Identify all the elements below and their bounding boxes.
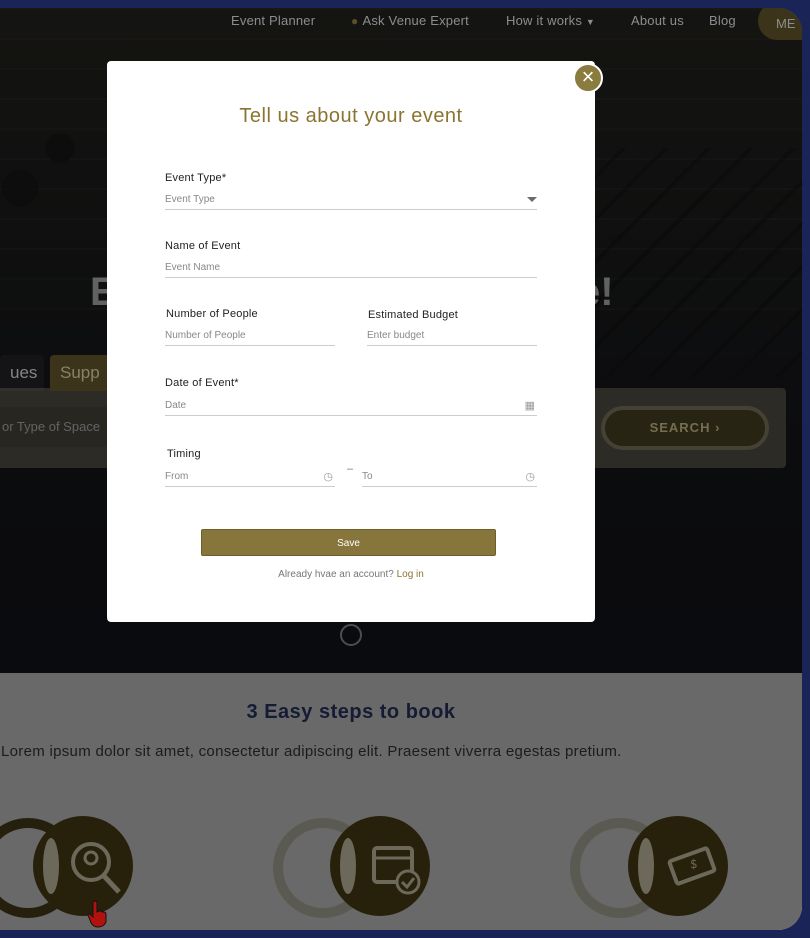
date-label: Date of Event* [165, 377, 239, 389]
login-link[interactable]: Log in [397, 569, 424, 580]
clock-icon: ◷ [525, 471, 535, 483]
save-button[interactable]: Save [201, 529, 496, 556]
hand-cursor-icon [87, 900, 107, 928]
login-prompt: Already hvae an account? Log in [107, 569, 595, 580]
event-type-label: Event Type* [165, 172, 227, 184]
timing-separator: – [347, 463, 354, 475]
dropdown-caret-icon [527, 197, 537, 202]
event-name-input[interactable]: Event Name [165, 258, 537, 278]
date-input[interactable]: Date ▦ [165, 396, 537, 416]
time-from-placeholder: From [165, 471, 189, 482]
timing-label: Timing [167, 448, 201, 460]
time-to-placeholder: To [362, 471, 373, 482]
modal-title: Tell us about your event [239, 105, 463, 127]
close-icon[interactable]: × [573, 63, 603, 93]
budget-input[interactable]: Enter budget [367, 326, 537, 346]
time-to-input[interactable]: To ◷ [362, 467, 537, 487]
time-from-input[interactable]: From ◷ [165, 467, 335, 487]
date-placeholder: Date [165, 400, 187, 411]
event-type-select[interactable]: Event Type [165, 190, 537, 210]
event-name-label: Name of Event [165, 240, 241, 252]
budget-label: Estimated Budget [368, 309, 459, 321]
event-modal: Tell us about your event Event Type* Eve… [107, 61, 595, 622]
event-type-placeholder: Event Type [165, 194, 215, 205]
clock-icon: ◷ [323, 471, 333, 483]
login-prompt-text: Already hvae an account? [278, 569, 394, 580]
people-label: Number of People [166, 308, 258, 320]
people-input[interactable]: Number of People [165, 326, 335, 346]
calendar-icon: ▦ [524, 400, 535, 412]
